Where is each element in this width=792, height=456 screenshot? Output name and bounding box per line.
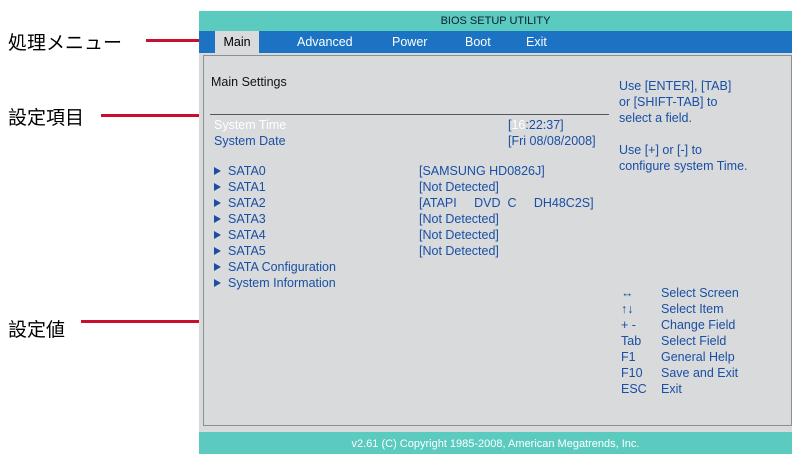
key-change-field: + - xyxy=(621,318,636,332)
help-panel: Use [ENTER], [TAB] or [SHIFT-TAB] to sel… xyxy=(609,55,792,426)
section-title: Main Settings xyxy=(211,75,287,89)
callout-items-label: 設定項目 xyxy=(8,107,85,129)
system-date-value[interactable]: [Fri 08/08/2008] xyxy=(508,134,596,148)
triangle-right-icon xyxy=(214,183,221,191)
callout-items-line xyxy=(101,114,213,117)
submenu-sata5-value: [Not Detected] xyxy=(419,244,499,258)
key-save-exit: F10 xyxy=(621,366,643,380)
system-time-hour[interactable]: 16 xyxy=(511,118,525,132)
submenu-sata3-value: [Not Detected] xyxy=(419,212,499,226)
help-line-5: Use [+] or [-] to xyxy=(619,143,703,157)
callout-menu-label: 処理メニュー xyxy=(8,32,123,54)
key-exit-desc: Exit xyxy=(661,382,682,396)
key-select-screen: ↔ xyxy=(621,286,634,300)
key-select-item-desc: Select Item xyxy=(661,302,724,316)
key-select-field-desc: Select Field xyxy=(661,334,727,348)
help-line-2: or [SHIFT-TAB] to xyxy=(619,95,718,109)
menu-boot[interactable]: Boot xyxy=(465,31,491,53)
help-line-6: configure system Time. xyxy=(619,159,748,173)
submenu-sata0-value: [SAMSUNG HD0826J] xyxy=(419,164,545,178)
submenu-sata2[interactable]: SATA2 xyxy=(214,196,266,210)
menu-main[interactable]: Main xyxy=(215,31,259,53)
submenu-sata-configuration[interactable]: SATA Configuration xyxy=(214,260,336,274)
section-divider xyxy=(210,114,609,115)
triangle-right-icon xyxy=(214,199,221,207)
submenu-sata5[interactable]: SATA5 xyxy=(214,244,266,258)
submenu-sata1[interactable]: SATA1 xyxy=(214,180,266,194)
submenu-sata0[interactable]: SATA0 xyxy=(214,164,266,178)
key-general-help: F1 xyxy=(621,350,636,364)
bios-menu-bar: Main Advanced Power Boot Exit xyxy=(199,31,792,53)
key-change-field-desc: Change Field xyxy=(661,318,736,332)
system-time-label[interactable]: System Time xyxy=(214,118,286,132)
menu-power[interactable]: Power xyxy=(392,31,427,53)
copyright-bar: v2.61 (C) Copyright 1985-2008, American … xyxy=(199,432,792,454)
triangle-right-icon xyxy=(214,247,221,255)
key-exit: ESC xyxy=(621,382,647,396)
bios-screen: BIOS SETUP UTILITY Main Advanced Power B… xyxy=(199,11,792,454)
key-save-exit-desc: Save and Exit xyxy=(661,366,739,380)
system-time-value[interactable]: [16:22:37] xyxy=(508,118,564,132)
submenu-sata1-value: [Not Detected] xyxy=(419,180,499,194)
bios-title-bar: BIOS SETUP UTILITY xyxy=(199,11,792,31)
triangle-right-icon xyxy=(214,279,221,287)
submenu-sata4[interactable]: SATA4 xyxy=(214,228,266,242)
main-settings-panel: Main Settings System Time [16:22:37] Sys… xyxy=(203,55,610,426)
triangle-right-icon xyxy=(214,167,221,175)
submenu-sata3[interactable]: SATA3 xyxy=(214,212,266,226)
triangle-right-icon xyxy=(214,231,221,239)
key-select-field: Tab xyxy=(621,334,642,348)
menu-exit[interactable]: Exit xyxy=(526,31,547,53)
help-line-1: Use [ENTER], [TAB] xyxy=(619,79,732,93)
submenu-sata2-value: [ATAPI DVD C DH48C2S] xyxy=(419,196,594,210)
system-time-rest: :22:37] xyxy=(525,118,564,132)
key-select-screen-desc: Select Screen xyxy=(661,286,739,300)
triangle-right-icon xyxy=(214,215,221,223)
submenu-sata4-value: [Not Detected] xyxy=(419,228,499,242)
menu-advanced[interactable]: Advanced xyxy=(297,31,353,53)
triangle-right-icon xyxy=(214,263,221,271)
submenu-system-information[interactable]: System Information xyxy=(214,276,336,290)
key-general-help-desc: General Help xyxy=(661,350,735,364)
key-select-item: ↑↓ xyxy=(621,302,634,316)
callout-values-label: 設定値 xyxy=(8,319,66,341)
help-line-3: select a field. xyxy=(619,111,692,125)
system-date-label[interactable]: System Date xyxy=(214,134,286,148)
